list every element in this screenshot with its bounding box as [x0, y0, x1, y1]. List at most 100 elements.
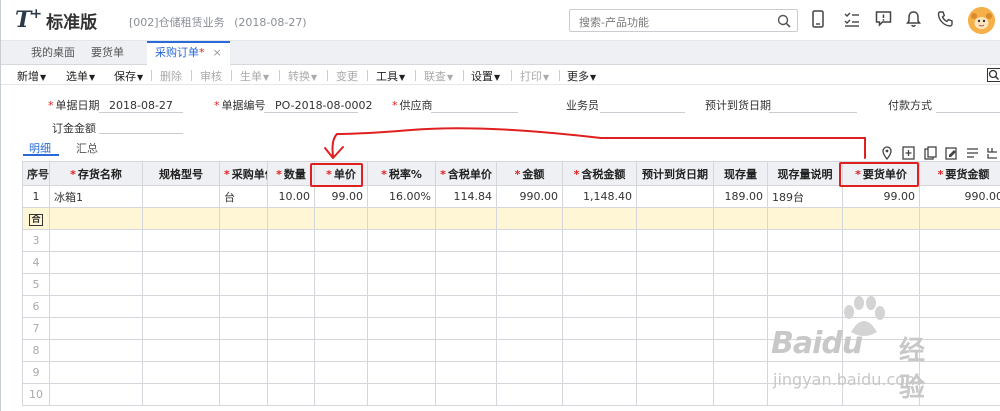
cell-amount[interactable]: 990.00 [496, 185, 563, 208]
grid-cell[interactable] [713, 207, 768, 230]
grid-cell[interactable] [267, 273, 315, 296]
grid-cell[interactable] [636, 273, 714, 296]
grid-cell[interactable] [496, 273, 563, 296]
grid-cell[interactable] [49, 383, 143, 406]
table-row-new[interactable]: 合 [22, 207, 1000, 230]
grid-cell[interactable] [267, 383, 315, 406]
grid-cell[interactable] [842, 273, 920, 296]
grid-cell[interactable] [219, 273, 268, 296]
new-button[interactable]: 新增▼ [17, 68, 46, 84]
cell-unit[interactable]: 台 [219, 185, 268, 208]
copy-row-icon[interactable] [924, 146, 937, 160]
grid-cell[interactable] [713, 339, 768, 362]
grid-cell[interactable] [562, 273, 637, 296]
grid-cell[interactable] [636, 207, 714, 230]
grid-cell[interactable] [314, 295, 368, 318]
settings-button[interactable]: 设置▼ [471, 68, 500, 84]
cell-arrival-date[interactable] [636, 185, 714, 208]
grid-cell[interactable] [267, 339, 315, 362]
col-header-amount[interactable]: * 金额 [496, 161, 563, 186]
message-icon[interactable] [875, 10, 892, 28]
grid-cell[interactable] [49, 251, 143, 274]
grid-cell[interactable] [636, 383, 714, 406]
print-button[interactable]: 打印▼ [520, 68, 549, 84]
grid-cell[interactable] [435, 339, 497, 362]
tab-purchase-order[interactable]: 采购订单* × [147, 41, 230, 65]
arrival-date-field[interactable]: 预计到货日期 [705, 97, 771, 113]
cell-item-name[interactable]: 冰箱1 [49, 185, 143, 208]
grid-cell[interactable] [562, 317, 637, 340]
grid-cell[interactable] [367, 251, 436, 274]
grid-cell[interactable] [842, 251, 920, 274]
table-row-empty[interactable]: 3 [22, 229, 1000, 252]
grid-cell[interactable] [367, 339, 436, 362]
grid-cell[interactable] [636, 229, 714, 252]
select-source-button[interactable]: 选单▼ [66, 68, 95, 84]
grid-cell[interactable] [767, 273, 843, 296]
grid-cell[interactable] [496, 251, 563, 274]
grid-cell[interactable] [49, 339, 143, 362]
cell-spec[interactable] [142, 185, 220, 208]
doc-no-field[interactable]: * 单据编号 PO-2018-08-0002 [214, 97, 373, 113]
grid-cell[interactable] [314, 361, 368, 384]
grid-cell[interactable] [435, 295, 497, 318]
grid-cell[interactable] [636, 317, 714, 340]
grid-cell[interactable] [767, 251, 843, 274]
grid-cell[interactable] [562, 207, 637, 230]
grid-cell[interactable] [314, 207, 368, 230]
col-header-index[interactable]: 序号 [22, 161, 50, 186]
grid-cell[interactable] [367, 317, 436, 340]
grid-cell[interactable] [142, 383, 220, 406]
grid-cell[interactable] [267, 207, 315, 230]
layout-icon[interactable] [986, 146, 999, 160]
grid-cell[interactable] [636, 251, 714, 274]
grid-cell[interactable] [919, 273, 1000, 296]
col-header-item-name[interactable]: * 存货名称 [49, 161, 143, 186]
grid-cell[interactable] [919, 361, 1000, 384]
grid-cell[interactable] [496, 229, 563, 252]
grid-cell[interactable] [435, 251, 497, 274]
tab-requisition[interactable]: 要货单 [91, 41, 124, 65]
close-tab-icon[interactable]: × [213, 46, 222, 59]
grid-cell[interactable] [713, 273, 768, 296]
grid-cell[interactable] [562, 251, 637, 274]
grid-cell[interactable] [367, 383, 436, 406]
grid-cell[interactable] [435, 361, 497, 384]
grid-cell[interactable] [219, 251, 268, 274]
deposit-field[interactable]: 订金金额 [52, 120, 96, 136]
grid-cell[interactable] [314, 317, 368, 340]
grid-cell[interactable] [713, 317, 768, 340]
grid-cell[interactable] [636, 339, 714, 362]
mobile-icon[interactable] [811, 10, 825, 28]
grid-cell[interactable] [49, 207, 143, 230]
cell-tax-rate[interactable]: 16.00% [367, 185, 436, 208]
grid-cell[interactable] [49, 273, 143, 296]
grid-cell[interactable] [367, 207, 436, 230]
grid-cell[interactable] [267, 361, 315, 384]
grid-cell[interactable] [314, 339, 368, 362]
grid-cell[interactable] [367, 273, 436, 296]
app-logo[interactable]: T + 标准版 [15, 6, 97, 33]
supplier-field[interactable]: * 供应商 [392, 97, 433, 113]
grid-cell[interactable] [49, 295, 143, 318]
convert-button[interactable]: 转换▼ [288, 68, 317, 84]
table-row[interactable]: 1 冰箱1 台 10.00 99.00 16.00% 114.84 990.00… [22, 185, 1000, 208]
task-list-icon[interactable] [844, 10, 860, 28]
generate-button[interactable]: 生单▼ [240, 68, 269, 84]
grid-cell[interactable] [636, 361, 714, 384]
grid-cell[interactable] [919, 383, 1000, 406]
user-avatar[interactable] [968, 7, 995, 34]
doc-date-field[interactable]: * 单据日期 2018-08-27 [48, 97, 173, 113]
grid-cell[interactable] [435, 273, 497, 296]
save-button[interactable]: 保存▼ [114, 68, 143, 84]
grid-cell[interactable] [49, 361, 143, 384]
grid-cell[interactable] [267, 317, 315, 340]
more-button[interactable]: 更多▼ [567, 68, 596, 84]
grid-cell[interactable] [496, 317, 563, 340]
grid-cell[interactable] [767, 229, 843, 252]
grid-cell[interactable] [142, 361, 220, 384]
grid-cell[interactable] [713, 361, 768, 384]
grid-cell[interactable] [496, 361, 563, 384]
grid-cell[interactable] [314, 383, 368, 406]
grid-cell[interactable] [142, 207, 220, 230]
